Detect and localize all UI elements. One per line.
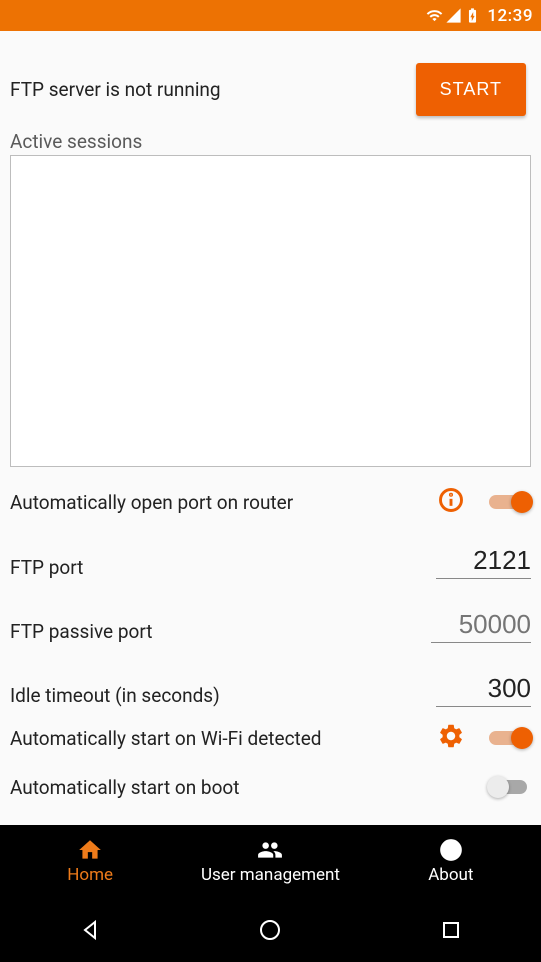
idle-timeout-input[interactable] — [436, 673, 531, 707]
nav-user-management[interactable]: User management — [180, 825, 360, 897]
home-icon — [77, 837, 103, 863]
ftp-port-input[interactable] — [436, 545, 531, 579]
info-circle-icon — [438, 837, 464, 863]
home-button[interactable] — [240, 910, 300, 950]
active-sessions-box — [10, 155, 531, 467]
toolbar-space — [0, 31, 541, 51]
idle-timeout-label: Idle timeout (in seconds) — [10, 684, 436, 707]
nav-about[interactable]: About — [361, 825, 541, 897]
users-icon — [257, 837, 283, 863]
info-icon[interactable] — [437, 486, 465, 518]
auto-open-port-label: Automatically open port on router — [10, 491, 431, 514]
back-button[interactable] — [60, 910, 120, 950]
nav-home[interactable]: Home — [0, 825, 180, 897]
active-sessions-label: Active sessions — [10, 130, 531, 153]
server-status-label: FTP server is not running — [10, 78, 221, 101]
auto-open-port-toggle[interactable] — [489, 490, 531, 514]
ftp-port-label: FTP port — [10, 556, 436, 579]
auto-start-wifi-toggle[interactable] — [489, 726, 531, 750]
ftp-passive-port-label: FTP passive port — [10, 620, 431, 643]
recent-apps-button[interactable] — [421, 910, 481, 950]
nav-about-label: About — [428, 865, 473, 885]
auto-start-boot-toggle[interactable] — [489, 775, 531, 799]
auto-start-boot-label: Automatically start on boot — [10, 776, 471, 799]
cellular-icon — [445, 7, 462, 24]
auto-start-wifi-label: Automatically start on Wi-Fi detected — [10, 727, 431, 750]
status-time: 12:39 — [487, 6, 533, 26]
system-nav — [0, 897, 541, 962]
start-button[interactable]: START — [416, 63, 526, 116]
nav-home-label: Home — [67, 865, 113, 885]
gear-icon[interactable] — [437, 722, 465, 754]
nav-user-management-label: User management — [201, 865, 340, 885]
wifi-icon — [426, 7, 443, 24]
battery-charging-icon — [464, 7, 481, 24]
status-bar: 12:39 — [0, 0, 541, 31]
bottom-nav: Home User management About — [0, 825, 541, 897]
ftp-passive-port-input[interactable] — [431, 609, 531, 643]
main-content: FTP server is not running START Active s… — [0, 51, 541, 825]
